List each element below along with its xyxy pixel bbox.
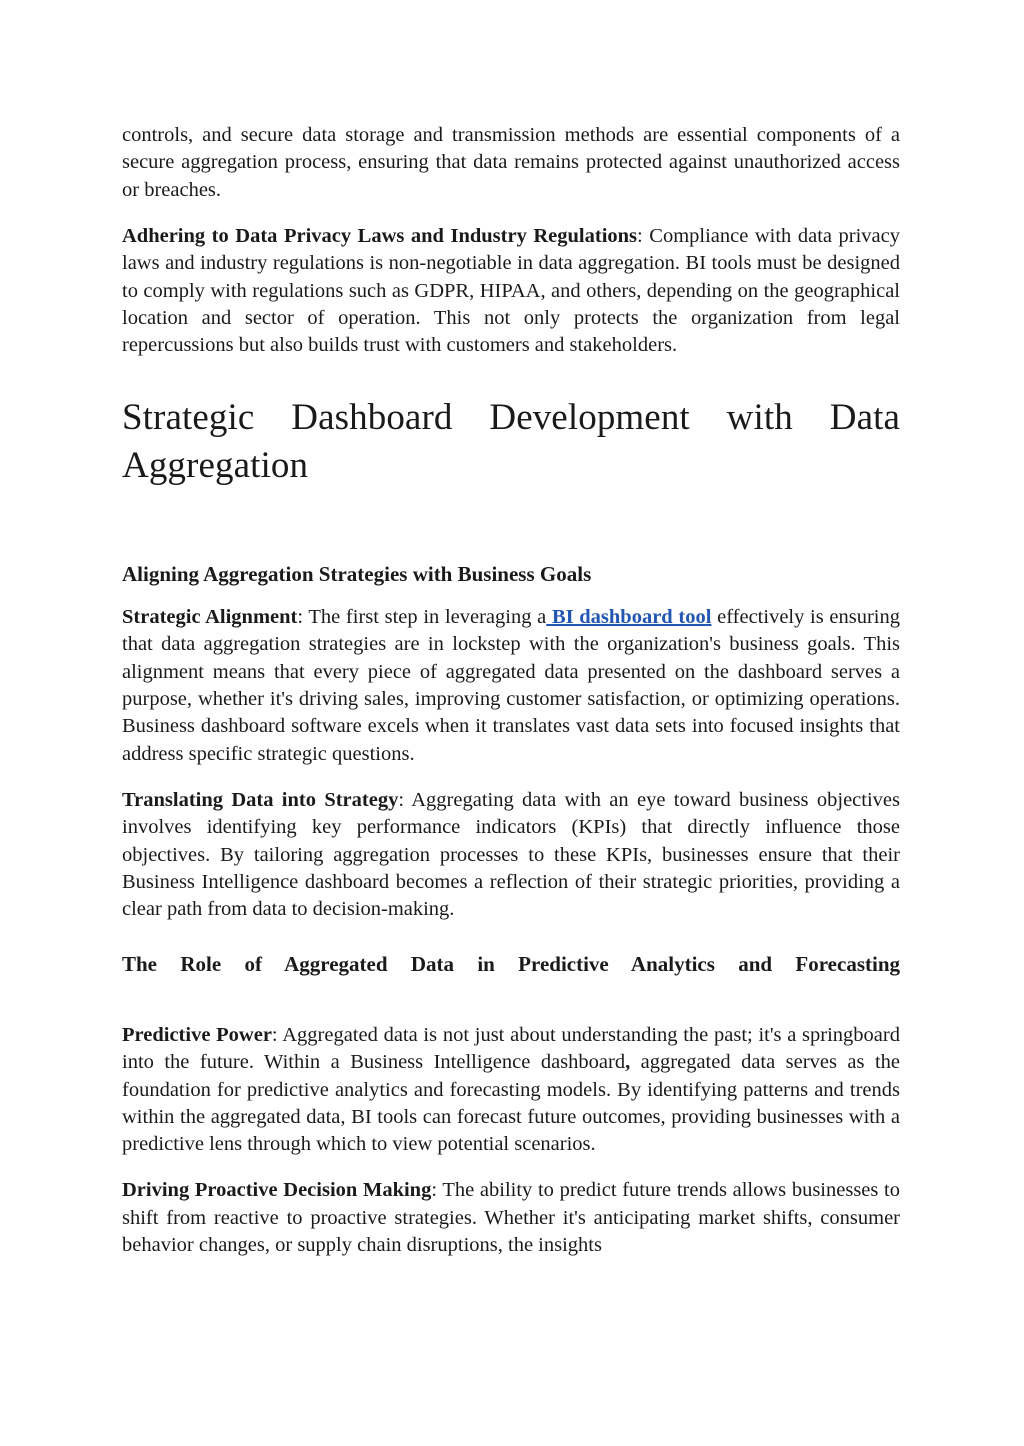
paragraph-lead-in-predictive-power: Predictive Power — [122, 1023, 272, 1046]
paragraph-continued-text: controls, and secure data storage and tr… — [122, 124, 900, 201]
section-heading-aligning-aggregation: Aligning Aggregation Strategies with Bus… — [122, 560, 900, 588]
paragraph-lead-in-translating-data: Translating Data into Strategy — [122, 788, 399, 811]
paragraph-body-before-link: The first step in leveraging a — [308, 605, 547, 628]
paragraph-translating-data: Translating Data into Strategy: Aggregat… — [122, 787, 900, 924]
lead-in-separator-translating-data: : — [398, 788, 412, 811]
section-heading-predictive-analytics-text: The Role of Aggregated Data in Predictiv… — [122, 951, 900, 976]
paragraph-body-after-link: effectively is ensuring that data aggreg… — [122, 605, 901, 765]
lead-in-separator-driving-proactive: : — [431, 1179, 443, 1202]
document-page: controls, and secure data storage and tr… — [0, 0, 1024, 1446]
paragraph-lead-in-privacy: Adhering to Data Privacy Laws and Indust… — [122, 224, 638, 247]
page-title-text: Strategic Dashboard Development with Dat… — [122, 396, 900, 486]
paragraph-lead-in-driving-proactive: Driving Proactive Decision Making — [122, 1179, 432, 1202]
paragraph-driving-proactive-decision-making: Driving Proactive Decision Making: The a… — [122, 1177, 900, 1259]
paragraph-continued-intro: controls, and secure data storage and tr… — [122, 122, 900, 204]
paragraph-data-privacy: Adhering to Data Privacy Laws and Indust… — [122, 223, 900, 360]
lead-in-separator-privacy: : — [637, 224, 650, 247]
lead-in-separator-predictive-power: : — [271, 1023, 283, 1046]
section-heading-aligning-aggregation-text: Aligning Aggregation Strategies with Bus… — [122, 561, 592, 586]
page-title: Strategic Dashboard Development with Dat… — [122, 394, 900, 538]
section-heading-predictive-analytics: The Role of Aggregated Data in Predictiv… — [122, 950, 900, 1006]
bi-dashboard-tool-link[interactable]: BI dashboard tool — [546, 606, 711, 628]
lead-in-separator-strategic-alignment: : — [297, 605, 309, 628]
paragraph-predictive-power: Predictive Power: Aggregated data is not… — [122, 1022, 900, 1159]
paragraph-lead-in-strategic-alignment: Strategic Alignment — [122, 605, 298, 628]
paragraph-strategic-alignment: Strategic Alignment: The first step in l… — [122, 604, 900, 768]
